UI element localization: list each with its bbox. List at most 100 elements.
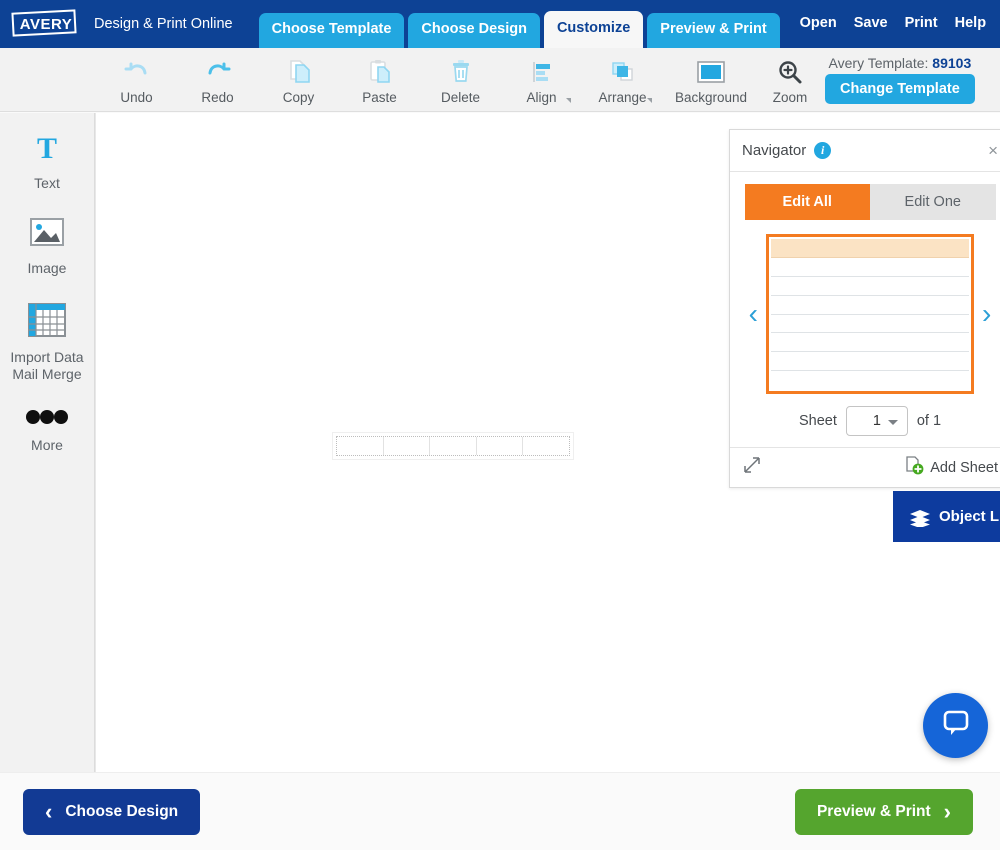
sidebar-item-text[interactable]: T Text bbox=[0, 131, 95, 192]
label-cell bbox=[337, 437, 384, 455]
info-icon[interactable]: i bbox=[814, 142, 831, 159]
sidebar-item-image[interactable]: Image bbox=[0, 216, 95, 277]
tool-undo-label: Undo bbox=[120, 90, 152, 105]
sheet-row[interactable] bbox=[771, 296, 969, 315]
navigator-body: Edit All Edit One ‹ › Sheet bbox=[730, 172, 1000, 447]
change-template-button[interactable]: Change Template bbox=[825, 74, 975, 104]
next-sheet-chevron-icon[interactable]: › bbox=[982, 300, 991, 328]
template-number: 89103 bbox=[932, 55, 971, 71]
live-chat-fab[interactable] bbox=[923, 693, 988, 758]
sheet-row[interactable] bbox=[771, 277, 969, 296]
choose-design-label: Choose Design bbox=[65, 803, 178, 821]
left-sidebar: T Text Image bbox=[0, 113, 95, 772]
tab-choose-template[interactable]: Choose Template bbox=[259, 13, 405, 48]
toolbar-tools: Undo Redo Copy bbox=[96, 55, 821, 105]
sheet-row[interactable] bbox=[771, 352, 969, 371]
sheet-row[interactable] bbox=[771, 258, 969, 277]
tool-align[interactable]: Align bbox=[501, 55, 582, 105]
expand-icon[interactable] bbox=[742, 455, 762, 480]
navigator-panel: Navigator i × Edit All Edit One ‹ bbox=[729, 129, 1000, 488]
sheet-number-select[interactable]: 1 bbox=[846, 406, 908, 436]
add-sheet-plus-icon bbox=[905, 456, 924, 479]
add-sheet-button[interactable]: Add Sheet bbox=[905, 456, 998, 479]
tab-preview-print[interactable]: Preview & Print bbox=[647, 13, 779, 48]
menu-help[interactable]: Help bbox=[955, 15, 986, 31]
tool-paste-label: Paste bbox=[362, 90, 397, 105]
edit-one-button[interactable]: Edit One bbox=[870, 184, 996, 220]
app-root: AVERY Design & Print Online Choose Templ… bbox=[0, 0, 1000, 850]
logo-wordmark: AVERY bbox=[12, 11, 80, 37]
trash-icon bbox=[450, 59, 472, 85]
bottom-bar: ‹ Choose Design Preview & Print › bbox=[0, 772, 1000, 850]
sidebar-item-more-label: More bbox=[31, 437, 63, 454]
sidebar-item-image-label: Image bbox=[28, 260, 67, 277]
template-label-text: Avery Template: bbox=[829, 55, 929, 71]
sidebar-item-import-data-label: Import Data Mail Merge bbox=[10, 349, 83, 383]
arrange-dropdown-caret-icon[interactable] bbox=[647, 98, 652, 103]
tool-background[interactable]: Background bbox=[663, 55, 759, 105]
align-dropdown-caret-icon[interactable] bbox=[566, 98, 571, 103]
sheet-label: Sheet bbox=[799, 413, 837, 429]
sheet-thumbnail[interactable] bbox=[766, 234, 974, 394]
tab-customize[interactable]: Customize bbox=[544, 11, 643, 48]
sheet-row-selected[interactable] bbox=[771, 239, 969, 258]
template-label: Avery Template: 89103 bbox=[829, 55, 972, 71]
tool-zoom[interactable]: Zoom bbox=[759, 55, 821, 105]
prev-sheet-chevron-icon[interactable]: ‹ bbox=[749, 300, 758, 328]
sheet-number-value: 1 bbox=[873, 413, 881, 429]
text-t-icon: T bbox=[30, 131, 64, 170]
sheet-total-label: of 1 bbox=[917, 413, 941, 429]
top-header: AVERY Design & Print Online Choose Templ… bbox=[0, 0, 1000, 48]
label-cell bbox=[477, 437, 524, 455]
tool-arrange[interactable]: Arrange bbox=[582, 55, 663, 105]
object-list-label: Object List bbox=[939, 508, 1000, 525]
undo-icon bbox=[124, 59, 150, 85]
navigator-header: Navigator i × bbox=[730, 130, 1000, 172]
tool-redo[interactable]: Redo bbox=[177, 55, 258, 105]
tool-arrange-label: Arrange bbox=[598, 90, 646, 105]
chat-bubble-fab-icon bbox=[939, 706, 973, 745]
choose-design-button[interactable]: ‹ Choose Design bbox=[23, 789, 200, 835]
sheet-selector-row: Sheet 1 of 1 bbox=[742, 394, 998, 447]
chevron-down-icon bbox=[888, 420, 898, 425]
svg-text:T: T bbox=[37, 132, 57, 165]
edit-all-button[interactable]: Edit All bbox=[745, 184, 871, 220]
tab-choose-design[interactable]: Choose Design bbox=[408, 13, 540, 48]
menu-open[interactable]: Open bbox=[800, 15, 837, 31]
image-icon bbox=[25, 216, 69, 255]
label-object-cells bbox=[336, 436, 570, 456]
sidebar-item-more[interactable]: More bbox=[0, 407, 95, 454]
sidebar-item-text-label: Text bbox=[34, 175, 60, 192]
menu-save[interactable]: Save bbox=[854, 15, 888, 31]
sheet-row[interactable] bbox=[771, 371, 969, 389]
template-info: Avery Template: 89103 Change Template bbox=[825, 55, 975, 104]
label-object[interactable] bbox=[332, 432, 574, 460]
tool-paste[interactable]: Paste bbox=[339, 55, 420, 105]
avery-logo[interactable]: AVERY Design & Print Online bbox=[0, 0, 233, 48]
align-icon bbox=[529, 59, 555, 85]
close-icon[interactable]: × bbox=[988, 142, 998, 159]
copy-icon bbox=[287, 59, 311, 85]
preview-print-button[interactable]: Preview & Print › bbox=[795, 789, 973, 835]
main-tabs: Choose Template Choose Design Customize … bbox=[259, 0, 780, 48]
sidebar-item-import-data[interactable]: Import Data Mail Merge bbox=[0, 301, 95, 383]
tool-undo[interactable]: Undo bbox=[96, 55, 177, 105]
menu-print[interactable]: Print bbox=[905, 15, 938, 31]
tool-copy-label: Copy bbox=[283, 90, 315, 105]
left-chevron-icon: ‹ bbox=[45, 801, 52, 823]
navigator-title: Navigator bbox=[742, 142, 806, 159]
tool-delete[interactable]: Delete bbox=[420, 55, 501, 105]
edit-mode-toggle: Edit All Edit One bbox=[745, 184, 996, 220]
sheet-row[interactable] bbox=[771, 315, 969, 334]
label-cell bbox=[523, 437, 569, 455]
ellipsis-icon bbox=[21, 407, 73, 432]
sheet-row[interactable] bbox=[771, 333, 969, 352]
object-list-button[interactable]: Object List bbox=[893, 491, 1000, 542]
paste-icon bbox=[368, 59, 392, 85]
tool-background-label: Background bbox=[675, 90, 747, 105]
sheet-thumbnail-row: ‹ › bbox=[742, 234, 998, 394]
redo-icon bbox=[205, 59, 231, 85]
tool-copy[interactable]: Copy bbox=[258, 55, 339, 105]
preview-print-label: Preview & Print bbox=[817, 803, 931, 821]
tool-redo-label: Redo bbox=[201, 90, 233, 105]
